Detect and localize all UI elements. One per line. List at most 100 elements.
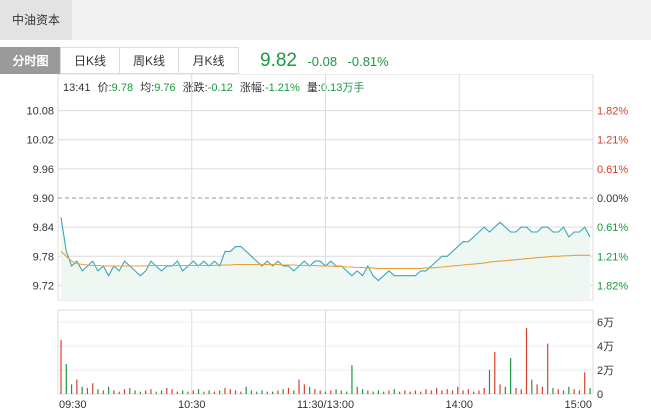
volume-bar bbox=[203, 391, 205, 394]
volume-bar bbox=[293, 390, 295, 394]
volume-bar bbox=[388, 390, 390, 394]
volume-bar bbox=[245, 386, 247, 394]
volume-bar bbox=[372, 391, 374, 394]
volume-bar bbox=[441, 390, 443, 394]
pct-tick-label: 1.21% bbox=[597, 135, 628, 147]
info-pct-value: -1.21% bbox=[265, 82, 300, 94]
tab-weekly-k[interactable]: 周K线 bbox=[119, 47, 179, 74]
volume-bar bbox=[425, 389, 427, 394]
volume-bar bbox=[525, 328, 528, 394]
volume-bar bbox=[182, 390, 184, 394]
price-tick-label: 9.90 bbox=[33, 193, 54, 205]
pct-tick-label: 1.21% bbox=[597, 251, 628, 263]
volume-tick-label: 0 bbox=[597, 389, 603, 401]
volume-bar bbox=[584, 372, 586, 394]
volume-bar bbox=[499, 384, 501, 394]
info-change-label: 涨跌: bbox=[183, 80, 208, 94]
volume-bar bbox=[229, 389, 231, 394]
volume-bar bbox=[552, 388, 554, 394]
volume-bar bbox=[250, 390, 253, 394]
volume-bar bbox=[102, 390, 104, 394]
volume-bar bbox=[568, 386, 570, 394]
volume-bar bbox=[510, 358, 512, 394]
volume-bar bbox=[451, 390, 454, 394]
info-avg-label: 均: bbox=[140, 81, 154, 94]
tab-intraday[interactable]: 分时图 bbox=[0, 47, 61, 74]
volume-bar bbox=[536, 384, 538, 394]
info-time: 13:41 bbox=[63, 82, 91, 94]
price-tick-label: 10.08 bbox=[26, 106, 54, 118]
info-pct-label: 涨幅: bbox=[240, 81, 265, 94]
volume-bar bbox=[261, 390, 263, 394]
pct-tick-label: 1.82% bbox=[597, 280, 628, 292]
volume-bar bbox=[367, 390, 369, 394]
volume-bar bbox=[446, 389, 448, 394]
volume-bar bbox=[467, 389, 469, 394]
pct-tick-label: 0.61% bbox=[597, 222, 628, 234]
current-price: 9.82 bbox=[260, 50, 297, 71]
volume-bar bbox=[383, 391, 385, 394]
intraday-chart: 13:41 价:9.78 均:9.76 涨跌:-0.12 涨幅:-1.21% 量… bbox=[26, 74, 628, 411]
volume-bar bbox=[351, 365, 353, 394]
time-tick-label: 11:30/13:00 bbox=[297, 399, 354, 411]
volume-bar bbox=[213, 391, 216, 394]
volume-bar bbox=[589, 388, 591, 394]
volume-bar bbox=[578, 390, 581, 394]
volume-bar bbox=[266, 391, 268, 394]
volume-bar bbox=[282, 389, 284, 394]
volume-bar bbox=[208, 390, 210, 394]
stock-name-tab[interactable]: 中油资本 bbox=[0, 0, 72, 40]
volume-bar bbox=[562, 390, 565, 394]
volume-bar bbox=[520, 389, 522, 394]
volume-bar bbox=[573, 389, 575, 394]
volume-bar bbox=[462, 390, 464, 394]
info-price-value: 9.78 bbox=[112, 82, 133, 94]
price-tick-label: 10.02 bbox=[26, 135, 54, 147]
volume-bar bbox=[272, 391, 274, 394]
tab-monthly-k[interactable]: 月K线 bbox=[178, 47, 239, 74]
volume-bar bbox=[197, 389, 200, 394]
volume-bar bbox=[393, 389, 395, 394]
volume-bar bbox=[309, 386, 311, 394]
info-price-label: 价: bbox=[98, 81, 112, 94]
volume-bar bbox=[531, 379, 533, 394]
volume-bar bbox=[176, 391, 178, 394]
volume-bar bbox=[303, 384, 305, 394]
volume-bar bbox=[97, 389, 99, 394]
volume-bar bbox=[256, 391, 258, 394]
pct-tick-label: 0.00% bbox=[597, 193, 628, 205]
volume-bar bbox=[324, 391, 327, 394]
volume-bar bbox=[76, 379, 78, 394]
volume-bar bbox=[494, 352, 496, 394]
volume-bar bbox=[166, 388, 168, 394]
price-tick-label: 9.78 bbox=[33, 251, 54, 263]
volume-bar bbox=[435, 388, 438, 394]
volume-bar bbox=[145, 390, 147, 394]
info-vol-value: 0.13万手 bbox=[321, 80, 364, 94]
volume-bar bbox=[557, 389, 559, 394]
info-line: 13:41 价:9.78 均:9.76 涨跌:-0.12 涨幅:-1.21% 量… bbox=[63, 80, 364, 94]
time-tick-label: 14:00 bbox=[445, 399, 473, 411]
volume-bar bbox=[113, 390, 115, 394]
volume-tick-label: 2万 bbox=[597, 365, 614, 377]
volume-bar bbox=[420, 391, 422, 394]
volume-bar bbox=[483, 388, 485, 394]
volume-bar bbox=[340, 390, 342, 394]
price-tick-label: 9.84 bbox=[33, 222, 54, 234]
volume-bar bbox=[398, 391, 401, 394]
tab-daily-k[interactable]: 日K线 bbox=[60, 47, 120, 74]
volume-bar bbox=[65, 364, 67, 394]
volume-bar bbox=[335, 389, 337, 394]
volume-bar bbox=[81, 386, 83, 394]
volume-bar bbox=[547, 343, 549, 394]
price-change-pct: -0.81% bbox=[347, 54, 389, 69]
volume-bar bbox=[150, 389, 152, 394]
volume-bar bbox=[171, 389, 173, 394]
volume-bar bbox=[361, 389, 364, 394]
volume-bar bbox=[240, 391, 242, 394]
volume-bar bbox=[457, 386, 459, 394]
volume-bar bbox=[504, 386, 506, 394]
volume-bar bbox=[330, 390, 332, 394]
volume-bar bbox=[60, 340, 62, 394]
price-change: -0.08 bbox=[307, 54, 338, 69]
